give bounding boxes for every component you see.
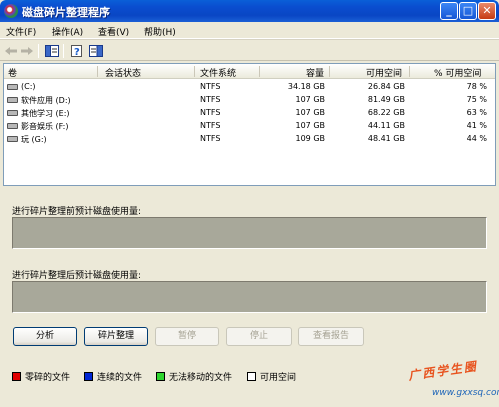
properties-icon[interactable]: ? — [70, 45, 84, 57]
file-system: NTFS — [200, 134, 221, 143]
volume-name: 影音娱乐 (F:) — [21, 122, 69, 131]
hard-drive-icon — [7, 84, 18, 90]
table-row[interactable]: 其他学习 (E:) NTFS 107 GB 68.22 GB 63 % — [4, 107, 495, 119]
capacity: 107 GB — [295, 121, 326, 130]
unmovable-files-swatch — [156, 372, 165, 381]
forward-arrow-icon[interactable] — [20, 45, 34, 57]
menu-bar: 文件(F) 操作(A) 查看(V) 帮助(H) — [0, 22, 499, 39]
free-space: 68.22 GB — [367, 108, 405, 117]
file-system: NTFS — [200, 108, 221, 117]
contiguous-files-swatch — [84, 372, 93, 381]
volume-name: 软件应用 (D:) — [21, 96, 71, 105]
stop-button[interactable]: 停止 — [226, 327, 292, 346]
table-row[interactable]: (C:) NTFS 34.18 GB 26.84 GB 78 % — [4, 81, 495, 93]
menu-help[interactable]: 帮助(H) — [144, 25, 176, 38]
table-row[interactable]: 影音娱乐 (F:) NTFS 107 GB 44.11 GB 41 % — [4, 120, 495, 132]
column-divider[interactable] — [259, 66, 260, 77]
capacity: 107 GB — [295, 95, 326, 104]
after-usage-label: 进行碎片整理后预计磁盘使用量: — [12, 271, 142, 281]
hard-drive-icon — [7, 97, 18, 103]
table-row[interactable]: 玩 (G:) NTFS 109 GB 48.41 GB 44 % — [4, 133, 495, 145]
after-usage-display — [12, 281, 487, 313]
close-button[interactable]: ✕ — [478, 2, 496, 20]
defragment-button[interactable]: 碎片整理 — [84, 327, 148, 346]
title-bar: 磁盘碎片整理程序 _ □ ✕ — [0, 0, 499, 22]
unmovable-files-label: 无法移动的文件 — [169, 373, 233, 383]
percent-free: 63 % — [466, 108, 487, 117]
minimize-button[interactable]: _ — [440, 2, 458, 20]
free-space: 44.11 GB — [367, 121, 405, 130]
window-title: 磁盘碎片整理程序 — [22, 6, 110, 19]
percent-free: 78 % — [466, 82, 487, 91]
watermark-logo: 广西学生圈 — [407, 359, 479, 383]
fragmented-files-label: 零碎的文件 — [25, 373, 71, 383]
toolbar: ? — [0, 39, 499, 61]
volume-name: 玩 (G:) — [21, 135, 47, 144]
percent-free: 44 % — [466, 134, 487, 143]
analyze-button[interactable]: 分析 — [13, 327, 77, 346]
col-volume-header[interactable]: 卷 — [8, 66, 17, 79]
file-system: NTFS — [200, 121, 221, 130]
volume-name: (C:) — [21, 82, 36, 91]
help-topics-icon[interactable] — [89, 45, 103, 57]
menu-view[interactable]: 查看(V) — [98, 25, 129, 38]
view-report-button[interactable]: 查看报告 — [298, 327, 364, 346]
before-usage-label: 进行碎片整理前预计磁盘使用量: — [12, 207, 142, 217]
column-divider[interactable] — [97, 66, 98, 77]
free-space: 48.41 GB — [367, 134, 405, 143]
free-space-label: 可用空间 — [260, 373, 297, 383]
maximize-button[interactable]: □ — [459, 2, 477, 20]
fragmented-files-swatch — [12, 372, 21, 381]
capacity: 109 GB — [295, 134, 326, 143]
volume-list[interactable]: 卷 会话状态 文件系统 容量 可用空间 % 可用空间 (C:) NTFS 34.… — [3, 63, 496, 186]
back-arrow-icon[interactable] — [4, 45, 18, 57]
free-space: 81.49 GB — [367, 95, 405, 104]
before-usage-display — [12, 217, 487, 249]
menu-file[interactable]: 文件(F) — [6, 25, 36, 38]
col-capacity-header[interactable]: 容量 — [306, 66, 324, 79]
column-divider[interactable] — [329, 66, 330, 77]
capacity: 34.18 GB — [287, 82, 325, 91]
toolbar-separator — [38, 44, 39, 58]
column-divider[interactable] — [409, 66, 410, 77]
volume-name: 其他学习 (E:) — [21, 109, 70, 118]
free-space-swatch — [247, 372, 256, 381]
contiguous-files-label: 连续的文件 — [97, 373, 143, 383]
hard-drive-icon — [7, 110, 18, 116]
col-free-header[interactable]: 可用空间 — [366, 66, 402, 79]
column-divider[interactable] — [194, 66, 195, 77]
free-space: 26.84 GB — [367, 82, 405, 91]
table-row[interactable]: 软件应用 (D:) NTFS 107 GB 81.49 GB 75 % — [4, 94, 495, 106]
col-pct-free-header[interactable]: % 可用空间 — [434, 66, 481, 79]
hard-drive-icon — [7, 123, 18, 129]
hard-drive-icon — [7, 136, 18, 142]
percent-free: 41 % — [466, 121, 487, 130]
col-status-header[interactable]: 会话状态 — [105, 66, 141, 79]
percent-free: 75 % — [466, 95, 487, 104]
file-system: NTFS — [200, 95, 221, 104]
svg-text:?: ? — [74, 47, 80, 57]
toolbar-separator — [63, 44, 64, 58]
watermark-url: www.gxxsq.com — [432, 388, 499, 398]
defrag-app-icon — [4, 4, 18, 18]
col-filesystem-header[interactable]: 文件系统 — [200, 66, 236, 79]
list-header: 卷 会话状态 文件系统 容量 可用空间 % 可用空间 — [4, 64, 495, 79]
pause-button[interactable]: 暂停 — [155, 327, 219, 346]
file-system: NTFS — [200, 82, 221, 91]
menu-action[interactable]: 操作(A) — [52, 25, 83, 38]
show-hide-tree-icon[interactable] — [45, 45, 59, 57]
capacity: 107 GB — [295, 108, 326, 117]
